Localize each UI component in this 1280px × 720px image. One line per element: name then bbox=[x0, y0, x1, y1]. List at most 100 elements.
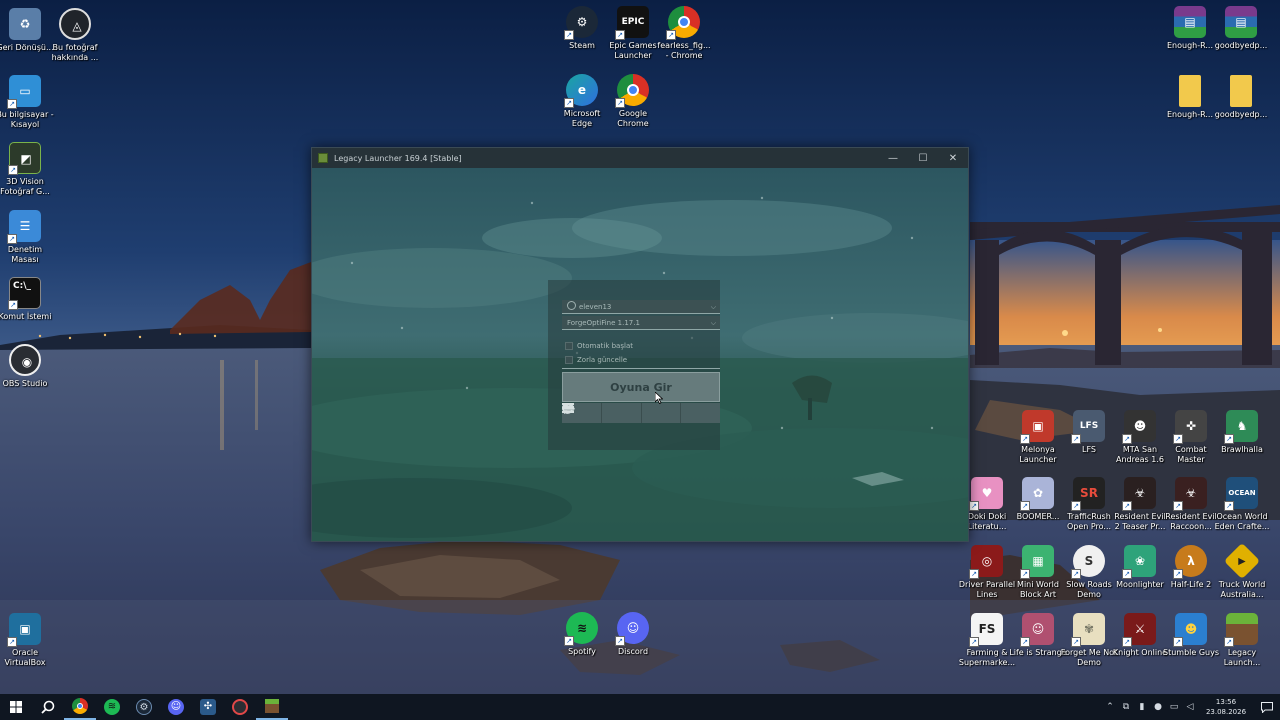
battery-icon[interactable]: ▮ bbox=[1134, 694, 1150, 720]
start-button[interactable] bbox=[0, 694, 32, 720]
info-camera-icon: ◬ bbox=[59, 8, 91, 40]
close-button[interactable]: ✕ bbox=[938, 148, 968, 168]
desktop-icon-about-photo[interactable]: ◬ Bu fotoğraf hakkında ... bbox=[46, 8, 104, 63]
desktop-icon-enough-archive[interactable]: ▤ Enough-R... bbox=[1161, 6, 1219, 51]
desktop-icon-brawlhalla[interactable]: ♞ ↗ Brawlhalla bbox=[1213, 410, 1271, 455]
legacy-launcher-window[interactable]: Legacy Launcher 169.4 [Stable] — ☐ ✕ ele… bbox=[311, 147, 969, 542]
slow-roads-icon: S ↗ bbox=[1071, 545, 1105, 579]
desktop-icon-resident-evil-2[interactable]: ☣ ↗ Resident Evil 2 Teaser Pr... bbox=[1111, 477, 1169, 532]
desktop-icon-legacy-launcher[interactable]: ↗ Legacy Launch... bbox=[1213, 613, 1271, 668]
desktop-icon-mini-world[interactable]: ▦ ↗ Mini World Block Art bbox=[1009, 545, 1067, 600]
desktop-icon-label: goodbyedp... bbox=[1214, 41, 1268, 50]
desktop-icon-lfs[interactable]: LFS ↗ LFS bbox=[1060, 410, 1118, 455]
maximize-button[interactable]: ☐ bbox=[908, 148, 938, 168]
desktop-icon-label: Ocean World Eden Crafte... bbox=[1214, 512, 1270, 531]
desktop-icon-3d-vision[interactable]: ◩ ↗ 3D Vision Fotoğraf G... bbox=[0, 142, 54, 197]
account-select[interactable]: eleven13 ⌵ bbox=[562, 300, 720, 314]
taskbar-network-tool[interactable]: ✣ bbox=[192, 694, 224, 720]
desktop-icon-virtualbox[interactable]: ▣ ↗ Oracle VirtualBox bbox=[0, 613, 54, 668]
desktop-icon-command-prompt[interactable]: C:\_ ↗ Komut İstemi bbox=[0, 277, 54, 322]
desktop-icon-label: Stumble Guys bbox=[1162, 648, 1219, 657]
legacy-launcher-icon bbox=[265, 699, 279, 713]
notification-center-button[interactable] bbox=[1254, 694, 1280, 720]
desktop-icon-boomer[interactable]: ✿ ↗ BOOMER... bbox=[1009, 477, 1067, 522]
force-update-label: Zorla güncelle bbox=[577, 356, 628, 364]
desktop-icon-control-panel[interactable]: ☰ ↗ Denetim Masası bbox=[0, 210, 54, 265]
resident-evil-raccoon-icon: ☣ ↗ bbox=[1173, 477, 1207, 511]
desktop-icon-spotify[interactable]: ≋ ↗ Spotify bbox=[553, 612, 611, 657]
desktop-icon-forget-me-not[interactable]: ✾ ↗ Forget Me Not Demo bbox=[1060, 613, 1118, 668]
desktop-icon-google-chrome[interactable]: ↗ Google Chrome bbox=[604, 74, 662, 129]
taskbar-steam[interactable]: ⚙ bbox=[128, 694, 160, 720]
desktop-icon-goodbyedpi-archive[interactable]: ▤ goodbyedp... bbox=[1212, 6, 1270, 51]
desktop-icon-label: Steam bbox=[569, 41, 595, 50]
chrome-profile-icon: ↗ bbox=[666, 6, 700, 40]
search-button[interactable] bbox=[32, 694, 64, 720]
checkbox-box[interactable] bbox=[565, 356, 573, 364]
desktop-icon-slow-roads[interactable]: S ↗ Slow Roads Demo bbox=[1060, 545, 1118, 600]
desktop-icon-mta[interactable]: ☻ ↗ MTA San Andreas 1.6 bbox=[1111, 410, 1169, 465]
window-titlebar[interactable]: Legacy Launcher 169.4 [Stable] — ☐ ✕ bbox=[312, 148, 968, 168]
open-folder-button[interactable] bbox=[563, 403, 642, 423]
desktop-icon-this-pc[interactable]: ▭ ↗ Bu bilgisayar - Kısayol bbox=[0, 75, 54, 130]
desktop-icon-enough-folder[interactable]: Enough-R... bbox=[1161, 75, 1219, 120]
desktop-icon-combat-master[interactable]: ✜ ↗ Combat Master bbox=[1162, 410, 1220, 465]
desktop-icon-moonlighter[interactable]: ❀ ↗ Moonlighter bbox=[1111, 545, 1169, 590]
steam-icon: ⚙ bbox=[136, 699, 152, 715]
desktop-icon-goodbyedpi-folder[interactable]: goodbyedp... bbox=[1212, 75, 1270, 120]
legacy-launcher-icon: ↗ bbox=[1224, 613, 1258, 647]
clock-time: 13:56 bbox=[1215, 698, 1237, 706]
tray-overflow-button[interactable]: ⌃ bbox=[1102, 694, 1118, 720]
taskbar-clock[interactable]: 13:56 23.08.2026 bbox=[1198, 697, 1254, 717]
desktop-icon-ocean-world[interactable]: OCEAN ↗ Ocean World Eden Crafte... bbox=[1213, 477, 1271, 532]
resident-evil-icon: ☣ ↗ bbox=[1122, 477, 1156, 511]
desktop-icon-discord[interactable]: ☺ ↗ Discord bbox=[604, 612, 662, 657]
desktop-icon-chrome-profile[interactable]: ↗ fearless_fig... - Chrome bbox=[655, 6, 713, 61]
desktop-icon-truck-world[interactable]: ▶ Truck World Australia... bbox=[1213, 542, 1271, 600]
desktop-icon-resident-evil-raccoon[interactable]: ☣ ↗ Resident Evil Raccoon... bbox=[1162, 477, 1220, 532]
epic-games-icon: EPIC ↗ bbox=[615, 6, 649, 40]
desktop-icon-driver[interactable]: ◎ ↗ Driver Parallel Lines bbox=[958, 545, 1016, 600]
taskbar-obs[interactable] bbox=[224, 694, 256, 720]
taskbar-chrome[interactable] bbox=[64, 694, 96, 720]
desktop-icon-steam[interactable]: ⚙ ↗ Steam bbox=[553, 6, 611, 51]
checkbox-box[interactable] bbox=[565, 342, 573, 350]
desktop-icon-obs-studio[interactable]: ◉ OBS Studio bbox=[0, 344, 54, 389]
desktop-icon-farming[interactable]: FS ↗ Farming & Supermarke... bbox=[958, 613, 1016, 668]
auto-start-checkbox[interactable]: Otomatik başlat bbox=[565, 342, 633, 350]
force-update-checkbox[interactable]: Zorla güncelle bbox=[565, 356, 627, 364]
desktop-icon-life-is-strange[interactable]: ☺ ↗ Life is Strange bbox=[1009, 613, 1067, 658]
version-select[interactable]: ForgeOptiFine 1.17.1 ⌵ bbox=[562, 316, 720, 330]
refresh-button[interactable] bbox=[563, 403, 682, 423]
menu-button[interactable] bbox=[562, 403, 720, 423]
desktop-icon-label: Brawlhalla bbox=[1221, 445, 1263, 454]
minimize-button[interactable]: — bbox=[878, 148, 908, 168]
hamburger-menu-icon bbox=[562, 403, 574, 413]
network-icon[interactable]: ▭ bbox=[1166, 694, 1182, 720]
play-button[interactable]: Oyuna Gir bbox=[562, 372, 720, 402]
taskbar-spotify[interactable]: ≋ bbox=[96, 694, 128, 720]
desktop-icon-edge[interactable]: e ↗ Microsoft Edge bbox=[553, 74, 611, 129]
taskbar-legacy-launcher[interactable] bbox=[256, 694, 288, 720]
volume-icon[interactable]: ◁ bbox=[1182, 694, 1198, 720]
lfs-icon: LFS ↗ bbox=[1071, 410, 1105, 444]
desktop-icon-label: Bu fotoğraf hakkında ... bbox=[51, 43, 99, 62]
taskbar-discord[interactable]: ☺ bbox=[160, 694, 192, 720]
user-icon bbox=[567, 301, 576, 310]
desktop-icon-label: Resident Evil 2 Teaser Pr... bbox=[1114, 512, 1166, 531]
desktop-icon-epic-games[interactable]: EPIC ↗ Epic Games Launcher bbox=[604, 6, 662, 61]
clock-date: 23.08.2026 bbox=[1205, 708, 1247, 716]
desktop-icon-label: Oracle VirtualBox bbox=[4, 648, 46, 667]
desktop-icon-half-life-2[interactable]: λ ↗ Half-Life 2 bbox=[1162, 545, 1220, 590]
mouse-cursor-icon bbox=[655, 392, 663, 404]
ocean-world-icon: OCEAN ↗ bbox=[1224, 477, 1258, 511]
chevron-down-icon: ⌵ bbox=[710, 303, 716, 311]
microphone-icon[interactable]: ● bbox=[1150, 694, 1166, 720]
desktop-icon-label: Microsoft Edge bbox=[563, 109, 601, 128]
desktop-icon-label: OBS Studio bbox=[2, 379, 48, 388]
usb-icon[interactable]: ⧉ bbox=[1118, 694, 1134, 720]
desktop-icon-stumble-guys[interactable]: ☻ ↗ Stumble Guys bbox=[1162, 613, 1220, 658]
desktop-icon-trafficrush[interactable]: SR ↗ TrafficRush Open Pro... bbox=[1060, 477, 1118, 532]
desktop-icon-knight-online[interactable]: ⚔ ↗ Knight Online bbox=[1111, 613, 1169, 658]
desktop-icon-melonya[interactable]: ▣ ↗ Melonya Launcher bbox=[1009, 410, 1067, 465]
